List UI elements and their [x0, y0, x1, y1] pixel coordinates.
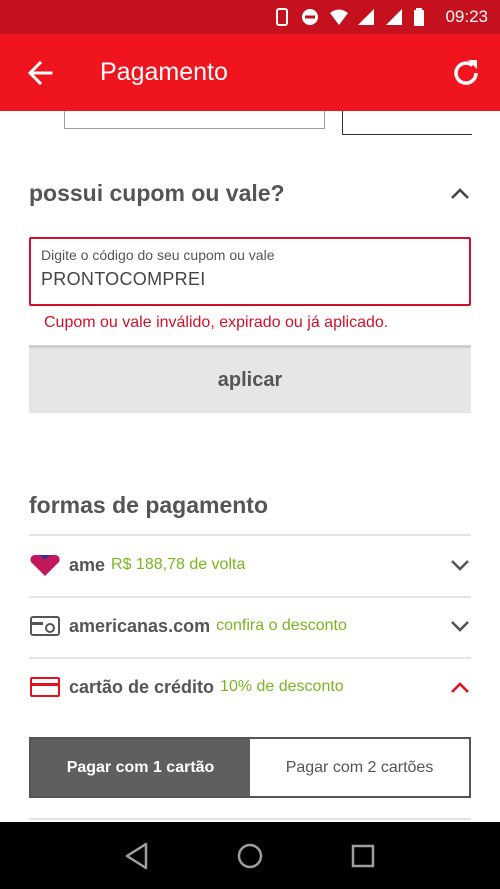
payment-method-note: confira o desconto [216, 617, 347, 634]
coupon-section-header[interactable]: possui cupom ou vale? [29, 176, 471, 210]
arrow-left-icon [27, 60, 53, 85]
status-time: 09:23 [445, 7, 488, 26]
credit-card-icon [29, 675, 61, 699]
status-bar: 09:23 [0, 0, 500, 34]
coupon-error-message: Cupom ou vale inválido, expirado ou já a… [44, 314, 389, 331]
apply-coupon-button[interactable]: aplicar [29, 345, 471, 413]
previous-field-box-right[interactable] [342, 111, 472, 135]
ame-heart-icon [29, 553, 61, 577]
payment-method-name: cartão de crédito [69, 676, 215, 697]
previous-field-box[interactable] [64, 111, 325, 129]
signal-icon [357, 8, 375, 26]
back-triangle-icon[interactable] [121, 840, 153, 872]
coupon-input[interactable]: Digite o código do seu cupom ou vale PRO… [29, 237, 471, 306]
card-count-toggle: Pagar com 1 cartão Pagar com 2 cartões [29, 737, 471, 798]
chevron-up-icon[interactable] [449, 182, 471, 204]
payment-method-name: americanas.com [69, 615, 211, 636]
coupon-input-label: Digite o código do seu cupom ou vale [41, 247, 275, 263]
wifi-icon [329, 8, 349, 26]
payment-method-note: R$ 188,78 de volta [111, 556, 246, 573]
payment-methods-heading: formas de pagamento [29, 492, 268, 518]
signal-icon [385, 8, 403, 26]
back-button[interactable] [24, 57, 56, 89]
divider [29, 534, 471, 536]
refresh-button[interactable] [448, 55, 484, 91]
home-circle-icon[interactable] [234, 840, 266, 872]
payment-method-americanas[interactable]: americanas.com confira o desconto [29, 598, 471, 654]
page-title: Pagamento [100, 58, 228, 86]
coupon-input-value[interactable]: PRONTOCOMPREI [41, 269, 459, 290]
payment-method-credit-card[interactable]: cartão de crédito 10% de desconto [29, 659, 471, 715]
pay-two-cards-option[interactable]: Pagar com 2 cartões [250, 739, 469, 796]
chevron-up-icon[interactable] [449, 676, 471, 698]
pay-one-card-option[interactable]: Pagar com 1 cartão [31, 739, 250, 796]
gift-card-icon [29, 614, 61, 638]
payment-method-name: ame [69, 554, 106, 575]
phone-icon [273, 8, 291, 26]
battery-icon [413, 8, 431, 26]
chevron-down-icon[interactable] [449, 615, 471, 637]
payment-method-ame[interactable]: ame R$ 188,78 de volta [29, 537, 471, 593]
do-not-disturb-icon [301, 8, 319, 26]
payment-method-note: 10% de desconto [220, 678, 344, 695]
refresh-icon [454, 59, 478, 85]
navigation-bar [0, 822, 500, 889]
recents-square-icon[interactable] [347, 840, 379, 872]
coupon-heading: possui cupom ou vale? [29, 179, 285, 206]
chevron-down-icon[interactable] [449, 554, 471, 576]
divider [29, 818, 471, 820]
app-bar: Pagamento [0, 34, 500, 111]
